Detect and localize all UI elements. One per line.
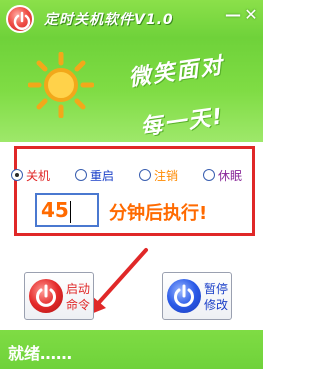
- app-window: 定时关机软件V1.0 — ✕ 微笑面对 每一天! 关机 重启 注销 休眠 45 …: [0, 0, 263, 369]
- banner: 微笑面对 每一天!: [0, 38, 263, 142]
- sun-icon: [28, 52, 94, 118]
- pause-modify-button[interactable]: 暂停 修改: [162, 272, 232, 320]
- slogan-line-2: 每一天!: [139, 104, 226, 141]
- close-button[interactable]: ✕: [242, 6, 260, 24]
- minimize-button[interactable]: —: [224, 6, 242, 24]
- title-bar[interactable]: 定时关机软件V1.0 — ✕: [0, 0, 263, 38]
- minutes-input[interactable]: 45: [35, 193, 99, 227]
- power-icon: [167, 279, 201, 313]
- start-command-button[interactable]: 启动 命令: [24, 272, 94, 320]
- start-label-line-1: 启动: [65, 282, 90, 296]
- start-label-line-2: 命令: [65, 298, 90, 312]
- power-icon: [29, 279, 63, 313]
- minutes-value: 45: [41, 198, 69, 222]
- text-caret: [69, 200, 71, 223]
- status-text: 就绪……: [8, 344, 73, 363]
- options-panel: 关机 重启 注销 休眠 45 分钟后执行!: [11, 146, 258, 236]
- slogan-line-1: 微笑面对: [127, 53, 226, 92]
- pause-button-label: 暂停 修改: [201, 281, 231, 313]
- status-bar: 就绪……: [0, 330, 263, 369]
- power-icon: [6, 5, 34, 33]
- pause-label-line-2: 修改: [203, 298, 228, 312]
- pause-label-line-1: 暂停: [203, 282, 228, 296]
- minutes-suffix-label: 分钟后执行!: [109, 203, 208, 224]
- start-button-label: 启动 命令: [63, 281, 93, 313]
- timer-row: 45 分钟后执行!: [17, 169, 258, 229]
- window-title: 定时关机软件V1.0: [44, 12, 174, 28]
